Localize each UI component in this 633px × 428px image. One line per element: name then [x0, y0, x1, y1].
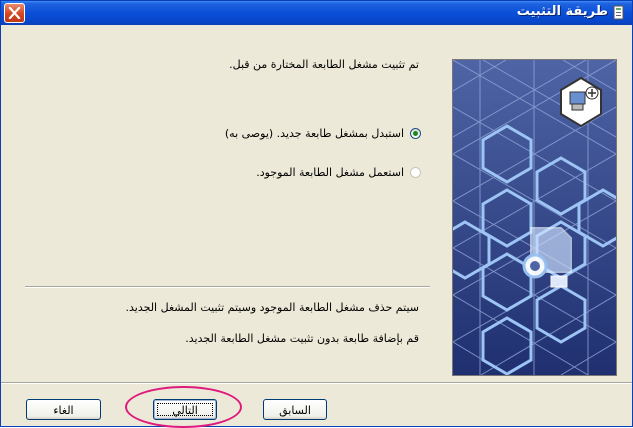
button-divider [1, 382, 632, 384]
option-replace[interactable]: استبدل بمشغل طابعة جديد. (يوصى به) [225, 127, 421, 140]
next-button[interactable]: التالي [153, 399, 217, 420]
focus-rectangle [157, 403, 213, 416]
option-use-existing-label[interactable]: استعمل مشغل الطابعة الموجود. [256, 166, 404, 179]
window-title: طريقة التثبيت [516, 4, 608, 19]
title-bar[interactable]: طريقة التثبيت [1, 1, 632, 25]
decorative-panel [452, 59, 617, 376]
radio-button-checked[interactable] [410, 128, 421, 139]
close-icon [8, 7, 21, 19]
description-line-1: سيتم حذف مشغل الطابعة الموجود وسيتم تثبي… [125, 301, 420, 314]
option-replace-label[interactable]: استبدل بمشغل طابعة جديد. (يوصى به) [225, 127, 404, 140]
description-line-2: قم بإضافة طابعة بدون تثبيت مشغل الطابعة … [185, 332, 419, 345]
option-use-existing[interactable]: استعمل مشغل الطابعة الموجود. [256, 166, 421, 179]
installer-dialog: طريقة التثبيت تم تثبيت مشغل الطابعة المخ… [0, 0, 633, 427]
hexagon-pattern-image [453, 60, 616, 375]
cancel-button[interactable]: الغاء [26, 399, 101, 420]
content-divider [25, 286, 430, 288]
radio-button-unchecked[interactable] [410, 167, 421, 178]
installer-icon [613, 5, 624, 20]
back-button[interactable]: السابق [263, 399, 327, 420]
close-button[interactable] [4, 3, 25, 23]
dialog-content: تم تثبيت مشغل الطابعة المختارة من قبل. ا… [1, 25, 632, 426]
intro-text: تم تثبيت مشغل الطابعة المختارة من قبل. [229, 58, 419, 71]
